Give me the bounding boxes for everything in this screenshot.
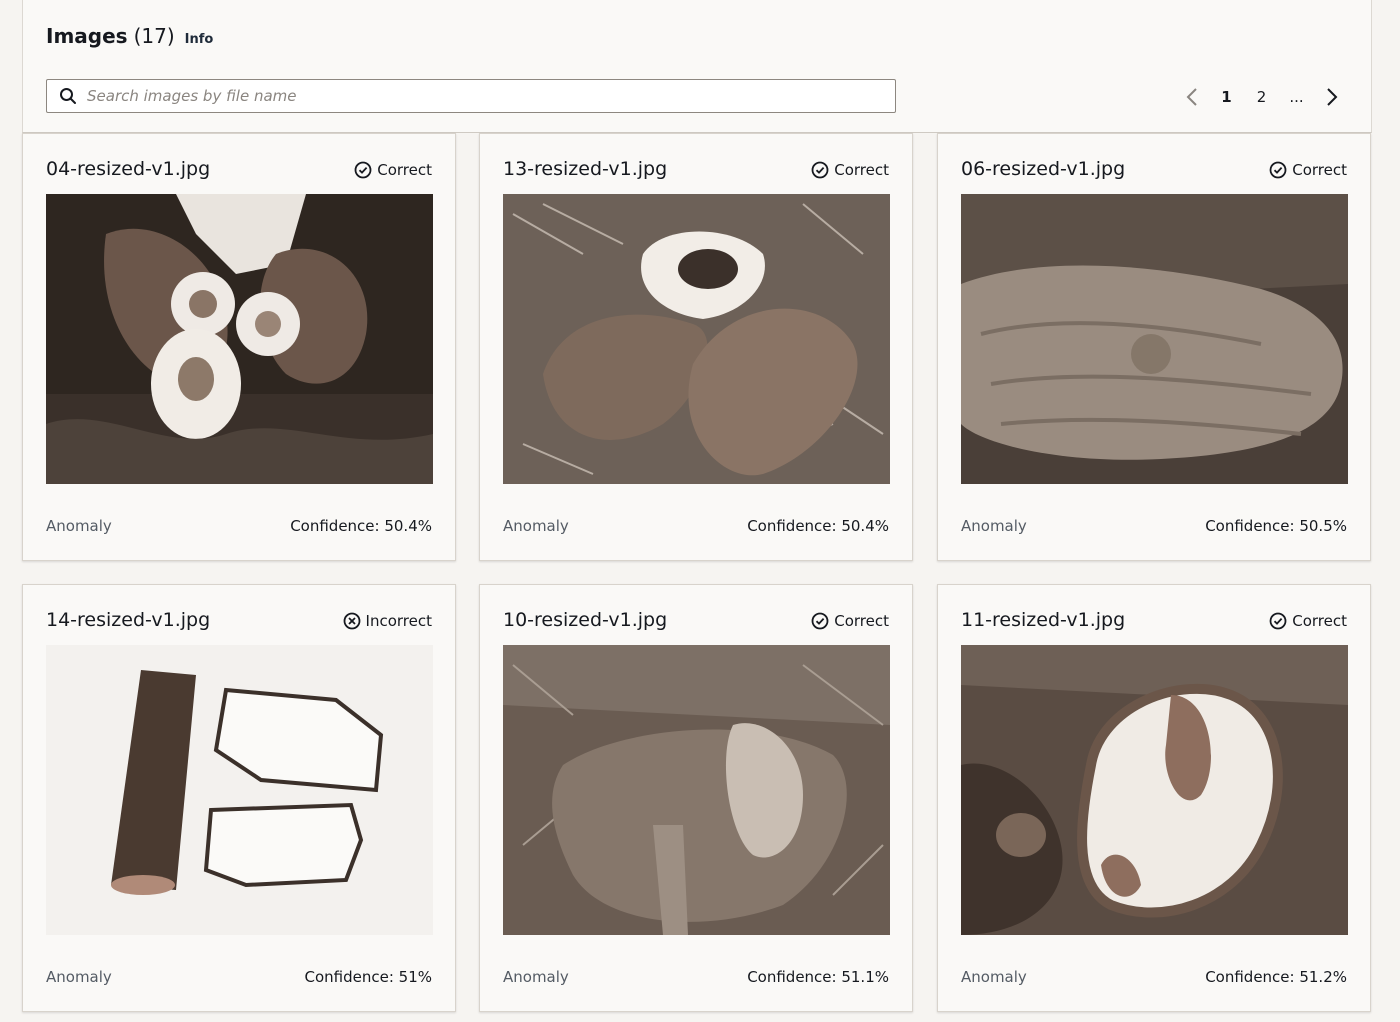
image-filename: 11-resized-v1.jpg — [961, 609, 1126, 631]
predicted-label: Anomaly — [46, 968, 112, 986]
image-filename: 10-resized-v1.jpg — [503, 609, 668, 631]
image-count: (17) — [133, 24, 175, 48]
predicted-label: Anomaly — [503, 968, 569, 986]
confidence-score: Confidence: 50.4% — [747, 517, 889, 535]
search-input[interactable] — [85, 86, 869, 106]
prediction-status: Incorrect — [343, 612, 432, 630]
confidence-score: Confidence: 50.5% — [1205, 517, 1347, 535]
image-card[interactable]: 10-resized-v1.jpg Correct Anomaly Confid… — [479, 584, 913, 1012]
previous-page-button[interactable] — [1174, 84, 1209, 110]
check-circle-icon — [354, 161, 372, 179]
title-row: Images (17) Info — [46, 24, 213, 48]
images-header-panel: Images (17) Info 1 2 ... — [22, 0, 1372, 133]
image-thumbnail[interactable] — [503, 645, 890, 935]
prediction-status: Correct — [811, 161, 889, 179]
image-filename: 04-resized-v1.jpg — [46, 158, 211, 180]
page-2-button[interactable]: 2 — [1244, 84, 1279, 110]
pagination: 1 2 ... — [1174, 84, 1349, 110]
page-title: Images — [46, 24, 128, 48]
confidence-score: Confidence: 51% — [304, 968, 433, 986]
prediction-status: Correct — [1269, 161, 1347, 179]
status-text: Incorrect — [365, 612, 432, 630]
check-circle-icon — [811, 161, 829, 179]
chevron-right-icon — [1326, 88, 1337, 106]
search-icon — [60, 88, 76, 104]
image-card[interactable]: 13-resized-v1.jpg Correct Anomaly Confid… — [479, 133, 913, 561]
image-filename: 14-resized-v1.jpg — [46, 609, 211, 631]
image-thumbnail[interactable] — [961, 645, 1348, 935]
status-text: Correct — [1292, 161, 1347, 179]
image-thumbnail[interactable] — [961, 194, 1348, 484]
confidence-score: Confidence: 50.4% — [290, 517, 432, 535]
image-card[interactable]: 04-resized-v1.jpg Correct Anomaly Confid… — [22, 133, 456, 561]
predicted-label: Anomaly — [503, 517, 569, 535]
status-text: Correct — [1292, 612, 1347, 630]
image-thumbnail[interactable] — [46, 645, 433, 935]
predicted-label: Anomaly — [961, 968, 1027, 986]
predicted-label: Anomaly — [46, 517, 112, 535]
image-filename: 13-resized-v1.jpg — [503, 158, 668, 180]
info-link[interactable]: Info — [185, 32, 214, 47]
confidence-score: Confidence: 51.1% — [747, 968, 889, 986]
chevron-left-icon — [1186, 88, 1197, 106]
page-ellipsis: ... — [1289, 88, 1304, 106]
check-circle-icon — [811, 612, 829, 630]
next-page-button[interactable] — [1314, 84, 1349, 110]
prediction-status: Correct — [354, 161, 432, 179]
check-circle-icon — [1269, 612, 1287, 630]
image-card[interactable]: 14-resized-v1.jpg Incorrect Anomaly Conf… — [22, 584, 456, 1012]
predicted-label: Anomaly — [961, 517, 1027, 535]
image-card[interactable]: 06-resized-v1.jpg Correct Anomaly Confid… — [937, 133, 1371, 561]
status-text: Correct — [834, 612, 889, 630]
prediction-status: Correct — [1269, 612, 1347, 630]
image-filename: 06-resized-v1.jpg — [961, 158, 1126, 180]
status-text: Correct — [834, 161, 889, 179]
confidence-score: Confidence: 51.2% — [1205, 968, 1347, 986]
image-thumbnail[interactable] — [46, 194, 433, 484]
page-1-button[interactable]: 1 — [1209, 84, 1244, 110]
search-box[interactable] — [46, 79, 896, 113]
status-text: Correct — [377, 161, 432, 179]
check-circle-icon — [1269, 161, 1287, 179]
image-thumbnail[interactable] — [503, 194, 890, 484]
x-circle-icon — [343, 612, 360, 630]
prediction-status: Correct — [811, 612, 889, 630]
image-card[interactable]: 11-resized-v1.jpg Correct Anomaly Confid… — [937, 584, 1371, 1012]
